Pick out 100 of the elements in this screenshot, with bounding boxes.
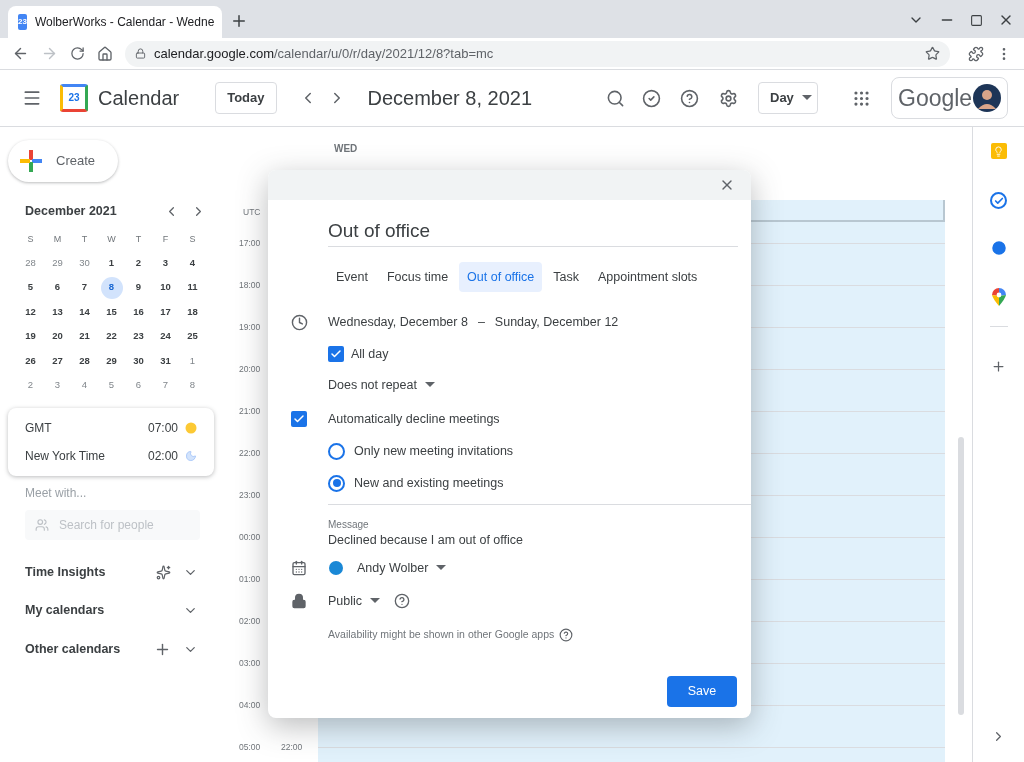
hour-label: 03:00 bbox=[239, 657, 262, 670]
hour-label: 23:00 bbox=[239, 489, 262, 502]
mini-calendar-day[interactable]: 5 bbox=[100, 374, 123, 397]
mini-calendar-day[interactable]: 16 bbox=[127, 301, 150, 323]
hour-label: 19:00 bbox=[239, 321, 262, 334]
back-icon[interactable] bbox=[12, 45, 29, 62]
help-icon[interactable] bbox=[559, 628, 574, 642]
mini-calendar-day[interactable]: 22 bbox=[100, 325, 123, 348]
mini-calendar-day[interactable]: 2 bbox=[127, 252, 150, 274]
help-icon[interactable] bbox=[680, 88, 699, 108]
account-switcher[interactable]: Google bbox=[891, 77, 1008, 119]
calendar-dropdown[interactable]: Andy Wolber bbox=[357, 558, 447, 578]
all-day-checkbox[interactable] bbox=[328, 346, 344, 362]
maps-pin-icon[interactable] bbox=[991, 288, 1006, 306]
mini-calendar-day[interactable]: 24 bbox=[154, 325, 177, 348]
event-type-tab[interactable]: Focus time bbox=[378, 262, 457, 292]
mini-calendar-day[interactable]: 4 bbox=[73, 374, 96, 397]
mini-calendar-day[interactable]: 18 bbox=[181, 301, 204, 323]
insights-icon[interactable] bbox=[156, 564, 171, 580]
search-people-input[interactable]: Search for people bbox=[59, 515, 189, 534]
mini-calendar-day[interactable]: 19 bbox=[19, 325, 42, 348]
mini-calendar-day[interactable]: 13 bbox=[46, 301, 69, 323]
mini-calendar-day[interactable]: 6 bbox=[46, 276, 69, 299]
time-zone-name: GMT bbox=[25, 419, 53, 437]
mini-calendar-day[interactable]: 7 bbox=[73, 276, 96, 299]
mini-calendar-day[interactable]: 11 bbox=[181, 276, 204, 299]
message-text[interactable]: Declined because I am out of office bbox=[328, 532, 751, 548]
mini-calendar-day[interactable]: 10 bbox=[154, 276, 177, 299]
settings-icon[interactable] bbox=[719, 88, 738, 108]
tasks-check-icon[interactable] bbox=[642, 88, 661, 108]
create-button[interactable]: Create bbox=[8, 140, 118, 182]
browser-tab[interactable]: 23 WolberWorks - Calendar - Wedne bbox=[8, 6, 222, 38]
apps-grid-icon[interactable] bbox=[852, 88, 871, 108]
save-button[interactable]: Save bbox=[667, 676, 737, 707]
home-icon[interactable] bbox=[97, 45, 113, 62]
mini-calendar-day[interactable]: 29 bbox=[46, 252, 69, 274]
sidebar-section-title[interactable]: Time Insights bbox=[25, 562, 156, 582]
help-icon[interactable] bbox=[394, 593, 411, 609]
today-button[interactable]: Today bbox=[215, 82, 277, 114]
mini-calendar-day[interactable]: 6 bbox=[127, 374, 150, 397]
mini-calendar-day[interactable]: 8 bbox=[181, 374, 204, 397]
mini-calendar-day[interactable]: 17 bbox=[154, 301, 177, 323]
mini-calendar-day[interactable]: 12 bbox=[19, 301, 42, 323]
mini-calendar-day[interactable]: 29 bbox=[100, 350, 123, 372]
radio-button[interactable] bbox=[328, 474, 345, 492]
mini-calendar-day[interactable]: 27 bbox=[46, 350, 69, 372]
repeat-dropdown[interactable]: Does not repeat bbox=[328, 375, 435, 395]
mini-calendar-day[interactable]: 9 bbox=[127, 276, 150, 299]
mini-calendar-day[interactable]: 3 bbox=[154, 252, 177, 274]
mini-calendar-day[interactable]: 23 bbox=[127, 325, 150, 348]
radio-button[interactable] bbox=[328, 442, 345, 460]
title-field[interactable]: Out of office bbox=[328, 216, 738, 247]
search-people-field[interactable]: Search for people bbox=[25, 509, 200, 540]
mini-calendar-day[interactable]: 31 bbox=[154, 350, 177, 372]
add-app-icon[interactable] bbox=[991, 359, 1006, 374]
mini-calendar-day[interactable]: 7 bbox=[154, 374, 177, 397]
mini-calendar-day[interactable]: 30 bbox=[73, 252, 96, 274]
mini-calendar-day[interactable]: 14 bbox=[73, 301, 96, 323]
extensions-icon[interactable] bbox=[968, 45, 984, 62]
mini-calendar-day[interactable]: 28 bbox=[73, 350, 96, 372]
mini-calendar-day[interactable]: 1 bbox=[181, 350, 204, 372]
reload-icon[interactable] bbox=[70, 46, 85, 61]
mini-calendar-day[interactable]: 30 bbox=[127, 350, 150, 372]
new-tab-icon[interactable] bbox=[230, 12, 248, 30]
mini-calendar-day[interactable]: 28 bbox=[19, 252, 42, 274]
event-type-tab[interactable]: Out of office bbox=[459, 262, 543, 292]
sidebar-section-title[interactable]: Other calendars bbox=[25, 639, 154, 659]
radio-label: New and existing meetings bbox=[354, 474, 504, 492]
end-date[interactable]: Sunday, December 12 bbox=[494, 312, 619, 332]
mini-calendar-day[interactable]: 8 bbox=[100, 276, 123, 299]
mini-calendar-day[interactable]: 1 bbox=[100, 252, 123, 274]
tasks-icon[interactable] bbox=[990, 192, 1007, 209]
mini-calendar-day[interactable]: 26 bbox=[19, 350, 42, 372]
sidebar-section-title[interactable]: My calendars bbox=[25, 601, 183, 620]
people-icon bbox=[35, 517, 49, 532]
bookmark-star-icon[interactable] bbox=[925, 46, 940, 61]
mini-calendar-day[interactable]: 25 bbox=[181, 325, 204, 348]
hour-label: 17:00 bbox=[239, 237, 262, 250]
start-date[interactable]: Wednesday, December 8 bbox=[328, 312, 468, 332]
menu-icon[interactable] bbox=[22, 88, 42, 108]
event-type-tab[interactable]: Event bbox=[328, 262, 376, 292]
event-type-tab[interactable]: Appointment slots bbox=[590, 262, 706, 292]
calendar-logo: 23 bbox=[60, 84, 88, 112]
mini-calendar-day[interactable]: 15 bbox=[100, 301, 123, 323]
mini-calendar-day[interactable]: 3 bbox=[46, 374, 69, 397]
search-icon[interactable] bbox=[606, 88, 625, 108]
mini-calendar-day[interactable]: 2 bbox=[19, 374, 42, 397]
mini-calendar-day[interactable]: 20 bbox=[46, 325, 69, 348]
mini-calendar-day[interactable]: 5 bbox=[19, 276, 42, 299]
mini-calendar-day[interactable]: 21 bbox=[73, 325, 96, 348]
address-bar[interactable]: calendar.google.com/calendar/u/0/r/day/2021/12/8?tab=mc bbox=[125, 40, 950, 67]
decline-checkbox[interactable] bbox=[291, 411, 307, 427]
view-dropdown[interactable]: Day bbox=[758, 82, 818, 114]
visibility-dropdown[interactable]: Public bbox=[328, 591, 381, 611]
mini-calendar-day[interactable]: 4 bbox=[181, 252, 204, 274]
event-type-tab[interactable]: Task bbox=[545, 262, 587, 292]
plus-icon bbox=[20, 150, 42, 172]
hour-label: 22:00 bbox=[239, 447, 262, 460]
maximize-icon[interactable] bbox=[970, 13, 983, 27]
scrollbar[interactable] bbox=[958, 437, 964, 715]
